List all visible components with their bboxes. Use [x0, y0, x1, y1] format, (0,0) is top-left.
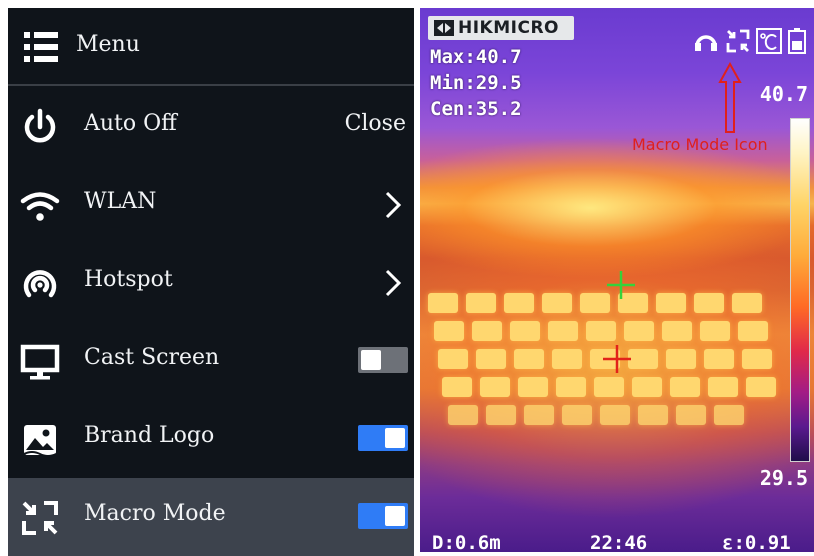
celsius-icon — [756, 28, 782, 54]
hikmicro-logo-icon — [434, 20, 454, 36]
clock-readout: 22:46 — [590, 532, 648, 552]
center-temp-readout: Cen:35.2 — [430, 98, 522, 120]
annotation-arrow-icon — [718, 62, 742, 133]
menu-header: Menu — [8, 8, 414, 86]
menu-item-wlan[interactable]: WLAN — [8, 166, 414, 244]
menu-item-label: Auto Off — [84, 111, 177, 136]
headset-icon — [695, 35, 717, 51]
menu-item-label: Hotspot — [84, 267, 173, 292]
menu-item-brand-logo[interactable]: Brand Logo — [8, 400, 414, 478]
temperature-color-scale — [790, 118, 810, 462]
menu-item-auto-off[interactable]: Auto Off Close — [8, 88, 414, 166]
chevron-right-icon — [385, 191, 402, 219]
image-icon — [23, 425, 57, 457]
macro-icon — [726, 29, 750, 53]
menu-icon[interactable] — [22, 28, 60, 66]
menu-item-label: Cast Screen — [84, 345, 220, 370]
auto-off-value: Close — [344, 111, 406, 136]
macro-mode-toggle[interactable] — [358, 503, 408, 529]
menu-item-label: Macro Mode — [84, 501, 226, 526]
brand-logo-toggle[interactable] — [358, 425, 408, 451]
menu-title: Menu — [76, 32, 140, 57]
menu-item-cast-screen[interactable]: Cast Screen — [8, 322, 414, 400]
brand-text: HIKMICRO — [458, 18, 559, 38]
chevron-right-icon — [385, 269, 402, 297]
emissivity-readout: ε:0.91 — [722, 532, 791, 552]
wifi-icon — [20, 192, 60, 221]
macro-icon — [22, 501, 58, 535]
min-temp-readout: Min:29.5 — [430, 72, 522, 94]
distance-readout: D:0.6m — [432, 532, 501, 552]
toggle-knob — [385, 506, 405, 526]
power-icon — [24, 108, 56, 143]
menu-item-label: Brand Logo — [84, 423, 215, 448]
hotspot-icon — [23, 270, 57, 298]
menu-item-label: WLAN — [84, 189, 157, 214]
menu-item-hotspot[interactable]: Hotspot — [8, 244, 414, 322]
max-temp-readout: Max:40.7 — [430, 46, 522, 68]
toggle-knob — [361, 350, 381, 370]
center-crosshair-icon — [607, 271, 635, 299]
menu-item-macro-mode[interactable]: Macro Mode — [8, 478, 414, 556]
scale-max-label: 40.7 — [759, 82, 808, 106]
status-bar — [694, 28, 814, 58]
scale-min-label: 29.5 — [759, 466, 808, 490]
battery-icon — [788, 28, 806, 54]
thermal-image-view: HIKMICRO Max:40.7 Min:29.5 Cen:35.2 Macr… — [420, 8, 814, 552]
settings-menu: Menu Auto Off Close WLAN Hotspot Cast Sc… — [8, 8, 414, 556]
cast-screen-toggle[interactable] — [358, 347, 408, 373]
monitor-icon — [20, 344, 60, 380]
hotspot-crosshair-icon — [603, 345, 631, 373]
brand-logo: HIKMICRO — [428, 16, 574, 40]
toggle-knob — [385, 428, 405, 448]
macro-mode-icon-annotation: Macro Mode Icon — [632, 135, 768, 154]
